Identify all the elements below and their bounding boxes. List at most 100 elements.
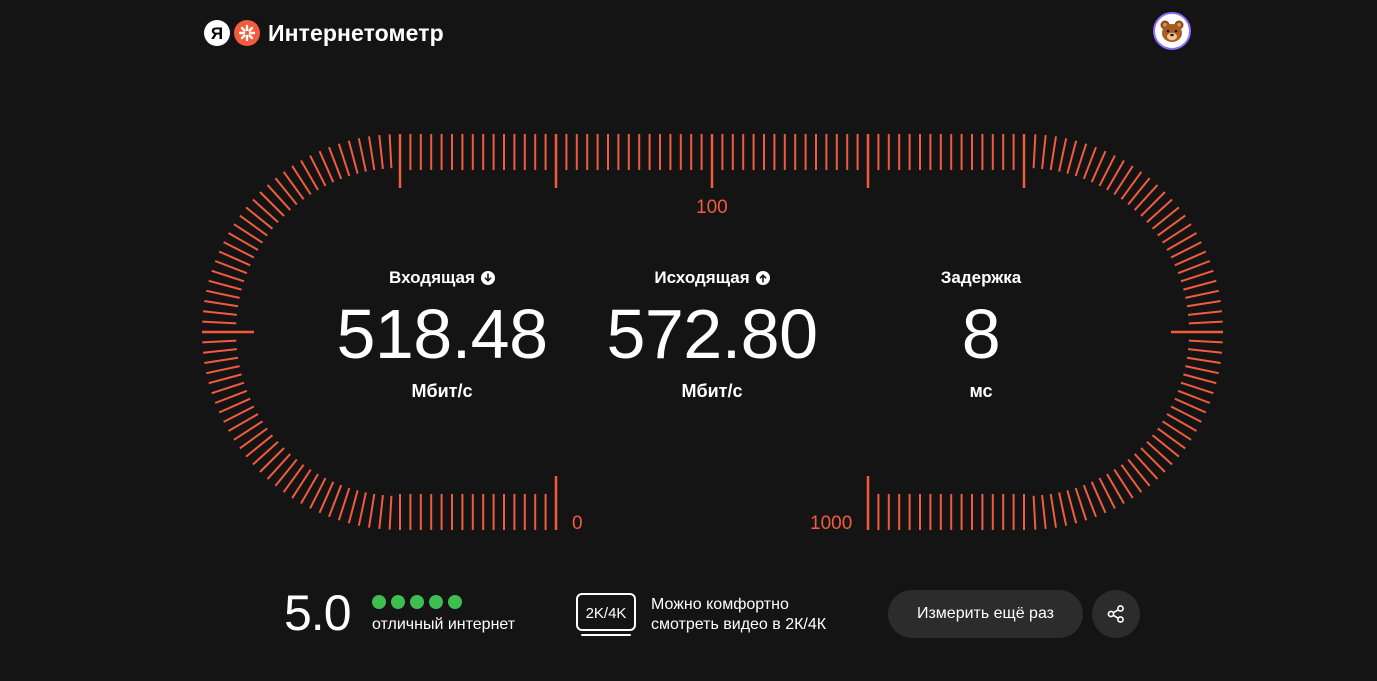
gauge-tick xyxy=(378,494,384,530)
gauge-tick xyxy=(1186,356,1221,364)
latency-label: Задержка xyxy=(940,268,1022,287)
gauge-tick xyxy=(337,487,351,521)
gauge-tick xyxy=(1082,484,1097,518)
gauge-tick xyxy=(1180,381,1214,395)
gauge-tick xyxy=(378,134,384,170)
arrow-down-icon xyxy=(480,271,495,285)
gauge-tick xyxy=(282,464,305,493)
share-icon xyxy=(1107,605,1124,623)
gauge-tick xyxy=(1161,420,1192,441)
retest-button[interactable]: Измерить ещё раз xyxy=(888,590,1083,638)
gauge-tick xyxy=(208,373,242,385)
arrow-up-icon xyxy=(755,271,770,285)
gauge-tick xyxy=(206,365,240,375)
gauge-tick xyxy=(1066,490,1078,524)
gauge-tick xyxy=(1157,427,1186,450)
gauge-tick xyxy=(282,171,305,200)
gauge-tick xyxy=(1120,464,1143,493)
gauge-tick xyxy=(1188,320,1223,325)
gauge-tick xyxy=(1041,134,1047,170)
gauge-tick xyxy=(204,300,239,308)
rating-score: 5.0 xyxy=(284,585,352,641)
gauge-tick xyxy=(368,493,376,528)
gauge-tick xyxy=(202,348,238,354)
scale-label-0: 0 xyxy=(572,513,583,534)
gauge-tick xyxy=(211,269,245,283)
gauge-tick xyxy=(368,136,376,171)
gauge-tick xyxy=(1183,373,1217,385)
internetometer-logo-icon xyxy=(234,20,260,46)
gauge-tick xyxy=(259,447,285,473)
gauge-tick xyxy=(1146,440,1173,466)
gauge-tick xyxy=(1113,468,1134,499)
gauge-tick xyxy=(291,165,312,196)
gauge-tick xyxy=(202,339,237,344)
gauge-tick xyxy=(357,138,367,172)
latency-value: 8 xyxy=(961,295,1001,373)
video-quality-text: Можно комфортно смотреть видео в 2К/4К xyxy=(651,595,826,635)
gauge-tick xyxy=(357,492,367,526)
download-label: Входящая xyxy=(389,268,475,287)
gauge-tick xyxy=(1032,134,1037,169)
share-button[interactable] xyxy=(1092,590,1140,638)
gauge-tick xyxy=(1140,191,1166,217)
page-title: Интернетометр xyxy=(268,19,444,46)
gauge-tick xyxy=(337,143,351,177)
gauge-tick xyxy=(1058,138,1068,172)
gauge-tick xyxy=(252,198,279,224)
gauge-tick xyxy=(1058,492,1068,526)
gauge-tick xyxy=(1188,339,1223,344)
gauge-tick xyxy=(233,420,264,441)
gauge-tick xyxy=(1186,300,1221,308)
download-title: Входящая xyxy=(302,267,582,289)
upload-label: Исходящая xyxy=(654,268,750,287)
latency-unit: мс xyxy=(969,381,993,401)
rating-dot xyxy=(429,595,443,609)
scale-label-100: 100 xyxy=(696,197,728,218)
yandex-letter-icon: Я xyxy=(204,20,230,46)
video-text-line-1: Можно комфортно xyxy=(651,596,789,613)
gauge-tick xyxy=(204,356,239,364)
gauge-tick xyxy=(1120,171,1143,200)
gauge-tick xyxy=(1151,434,1180,458)
gauge-tick xyxy=(266,453,292,480)
gauge-tick xyxy=(347,140,359,174)
gauge-tick xyxy=(259,191,285,217)
download-metric: Входящая 518.48 Мбит/с xyxy=(302,267,582,402)
download-value: 518.48 xyxy=(336,295,548,373)
yandex-logo[interactable]: Я Интернетометр xyxy=(204,18,444,48)
gauge-tick xyxy=(1082,146,1097,180)
gauge-tick xyxy=(1049,493,1057,528)
speedtest-page: 100 0 1000 Я Интернетометр Входящая 518.… xyxy=(0,0,1377,681)
upload-metric: Исходящая 572.80 Мбит/с xyxy=(572,267,852,402)
gauge-tick xyxy=(1183,279,1217,291)
scale-label-1000: 1000 xyxy=(810,513,853,534)
gauge-tick xyxy=(1161,223,1192,244)
gauge-tick xyxy=(1074,487,1088,521)
bear-avatar-icon xyxy=(1160,20,1184,42)
gauge-tick xyxy=(245,206,274,230)
gauge-tick xyxy=(1146,198,1173,224)
rating-dot xyxy=(410,595,424,609)
gauge-tick xyxy=(328,146,343,180)
gauge-tick xyxy=(1113,165,1134,196)
gauge-tick xyxy=(245,434,274,458)
gauge-tick xyxy=(233,223,264,244)
user-avatar[interactable] xyxy=(1153,12,1191,50)
gauge-tick xyxy=(239,427,268,450)
gauge-tick xyxy=(1041,494,1047,530)
gauge-tick xyxy=(328,484,343,518)
gauge-tick xyxy=(1157,214,1186,237)
gauge-tick xyxy=(1187,348,1223,354)
rating-label: отличный интернет xyxy=(372,616,516,633)
rating-dot xyxy=(448,595,462,609)
gauge-tick xyxy=(1185,289,1219,299)
gauge-tick xyxy=(208,279,242,291)
gauge-tick xyxy=(274,177,298,206)
latency-title: Задержка xyxy=(841,267,1121,289)
gauge-tick xyxy=(214,260,248,275)
video-badge-text: 2K/4K xyxy=(586,605,627,622)
gauge-tick xyxy=(1066,140,1078,174)
gauge-tick xyxy=(1032,495,1037,530)
gauge-tick xyxy=(1187,310,1223,316)
